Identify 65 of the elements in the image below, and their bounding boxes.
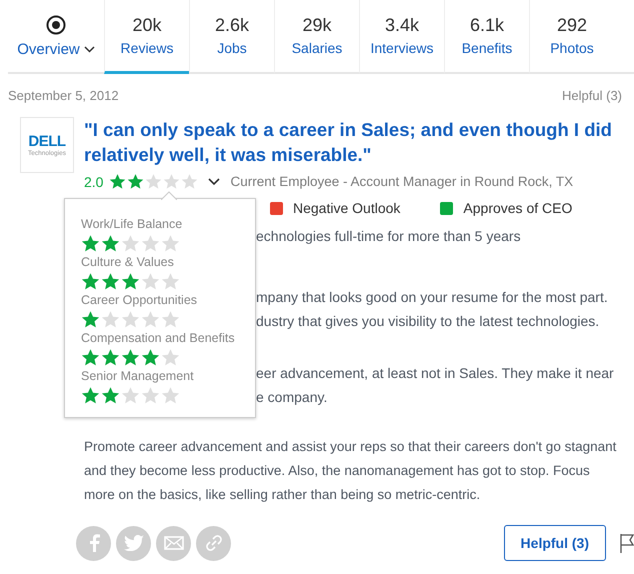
chevron-down-icon bbox=[84, 46, 95, 52]
star-icon bbox=[141, 272, 160, 291]
star-icon bbox=[181, 173, 198, 190]
star-icon bbox=[161, 310, 180, 329]
outlook-label: Approves of CEO bbox=[463, 200, 572, 216]
advice-text: Promote career advancement and assist your reps so that their careers don't go stagnant and they become less productive. Also, the nanomanagement has got to stop. Focus more on the basics, like selling rather than being so metric-centric. bbox=[84, 438, 618, 504]
facebook-icon[interactable] bbox=[76, 526, 111, 560]
star-icon bbox=[141, 234, 160, 253]
star-icon bbox=[161, 386, 180, 405]
star-icon bbox=[81, 348, 100, 367]
nav-tab[interactable]: 20k Reviews bbox=[104, 0, 189, 74]
star-icon bbox=[81, 386, 100, 405]
review-title[interactable]: "I can only speak to a career in Sales; and even though I did relatively well, it was miserable." bbox=[84, 117, 620, 167]
star-icon bbox=[101, 348, 120, 367]
star-icon bbox=[127, 173, 144, 190]
star-icon bbox=[161, 272, 180, 291]
star-icon bbox=[81, 234, 100, 253]
link-icon[interactable] bbox=[196, 526, 231, 560]
star-icon bbox=[109, 173, 126, 190]
outlook-label: Negative Outlook bbox=[293, 200, 400, 216]
star-icon bbox=[121, 386, 140, 405]
overview-label: Overview bbox=[17, 40, 80, 58]
star-icon bbox=[161, 234, 180, 253]
rating-category: Senior Management bbox=[81, 369, 195, 383]
rating-category: Culture & Values bbox=[81, 255, 175, 269]
target-icon bbox=[46, 14, 66, 34]
rating-category: Career Opportunities bbox=[81, 293, 198, 307]
nav-tab[interactable]: 29k Salaries bbox=[274, 0, 359, 74]
star-icon bbox=[81, 272, 100, 291]
pros-text: mpany that looks good on your resume for the most part. bbox=[256, 288, 609, 307]
star-icon bbox=[141, 348, 160, 367]
bird-icon[interactable] bbox=[116, 526, 151, 560]
employment-text: echnologies full-time for more than 5 years bbox=[256, 227, 522, 246]
star-icon bbox=[145, 173, 162, 190]
nav-tab[interactable]: 2.6k Jobs bbox=[189, 0, 274, 74]
nav-tab[interactable]: 3.4k Interviews bbox=[359, 0, 444, 74]
star-icon bbox=[161, 348, 180, 367]
star-icon bbox=[121, 272, 140, 291]
star-icon bbox=[141, 386, 160, 405]
star-icon bbox=[121, 310, 140, 329]
cons-text: e company. bbox=[256, 388, 328, 407]
star-icon bbox=[101, 310, 120, 329]
star-icon bbox=[101, 272, 120, 291]
cons-text: eer advancement, at least not in Sales. They make it near bbox=[256, 364, 615, 383]
reviewer-info: Current Employee - Account Manager in Round Rock, TX bbox=[230, 174, 574, 189]
star-icon bbox=[101, 234, 120, 253]
star-icon bbox=[141, 310, 160, 329]
nav-tab[interactable]: 292 Photos bbox=[529, 0, 614, 74]
helpful-button[interactable]: Helpful (3) bbox=[504, 525, 606, 561]
helpful-count: Helpful (3) bbox=[562, 88, 622, 103]
rating-value: 2.0 bbox=[84, 174, 104, 190]
overview-menu[interactable]: Overview bbox=[8, 0, 104, 72]
chevron-down-icon[interactable] bbox=[208, 178, 220, 186]
flag-icon[interactable] bbox=[620, 533, 634, 553]
rating-category: Work/Life Balance bbox=[81, 217, 184, 231]
pros-text: dustry that gives you visibility to the latest technologies. bbox=[256, 312, 600, 331]
mail-icon[interactable] bbox=[156, 526, 191, 560]
star-icon bbox=[163, 173, 180, 190]
rating-category: Compensation and Benefits bbox=[81, 331, 236, 345]
star-icon bbox=[121, 348, 140, 367]
star-icon bbox=[101, 386, 120, 405]
star-icon bbox=[121, 234, 140, 253]
review-date: September 5, 2012 bbox=[8, 88, 119, 103]
star-icon bbox=[81, 310, 100, 329]
nav-tab[interactable]: 6.1k Benefits bbox=[444, 0, 529, 74]
